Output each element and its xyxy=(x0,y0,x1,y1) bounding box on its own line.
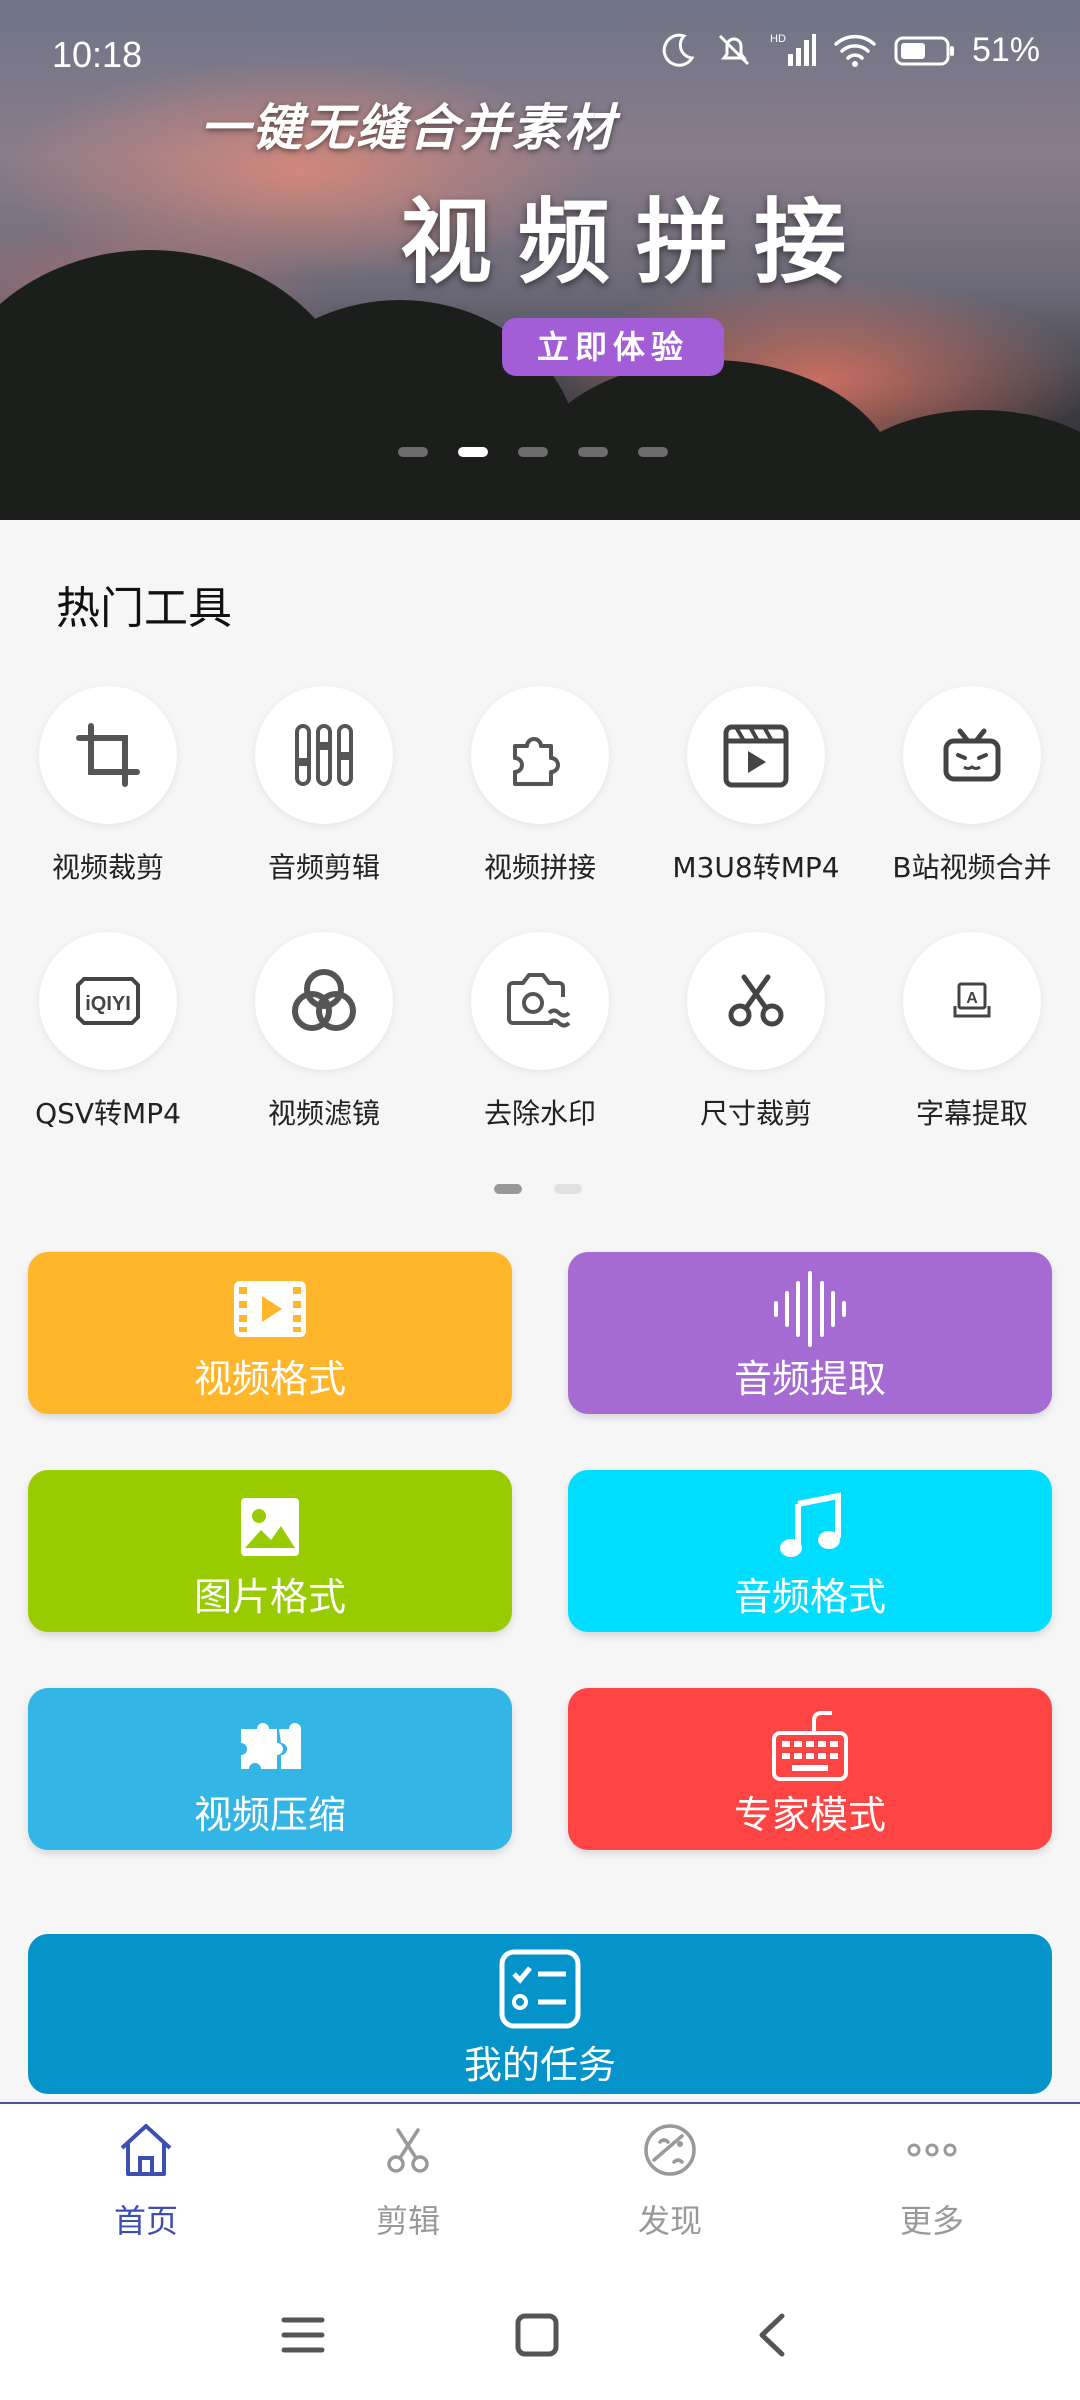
audio-extract-card[interactable]: 音频提取 xyxy=(568,1252,1052,1414)
moon-icon xyxy=(662,33,695,67)
discover-icon xyxy=(644,2124,696,2176)
bilibili-tv-icon xyxy=(943,728,1001,782)
system-nav-bar xyxy=(0,2272,1080,2400)
banner-dot-active[interactable] xyxy=(458,447,488,457)
banner-dot[interactable] xyxy=(578,447,608,457)
music-note-icon xyxy=(780,1492,841,1557)
battery-percent: 51% xyxy=(971,30,1040,69)
filter-circles-icon xyxy=(292,969,356,1031)
nav-label: 发现 xyxy=(637,2202,702,2240)
banner-dot[interactable] xyxy=(518,447,548,457)
menu-icon[interactable] xyxy=(280,2312,326,2358)
video-compress-card[interactable]: 视频压缩 xyxy=(28,1688,512,1850)
nav-label: 更多 xyxy=(899,2202,964,2240)
tool-label: QSV转MP4 xyxy=(35,1097,181,1130)
status-time: 10:18 xyxy=(52,34,143,75)
svg-text:HD: HD xyxy=(770,33,786,45)
crop-icon xyxy=(76,723,140,787)
task-list-icon xyxy=(499,1949,581,2029)
camera-wave-icon xyxy=(507,973,571,1028)
tool-qsv-to-mp4[interactable]: iQIYI QSV转MP4 xyxy=(0,932,216,1132)
banner-title: 视频拼接 xyxy=(400,189,873,296)
bottom-nav: 首页 剪辑 发现 更多 xyxy=(0,2102,1080,2272)
banner-dot[interactable] xyxy=(638,447,668,457)
try-now-button[interactable]: 立即体验 xyxy=(502,318,724,376)
tool-label: 字幕提取 xyxy=(915,1097,1028,1130)
bell-muted-icon xyxy=(718,34,749,66)
card-label: 我的任务 xyxy=(463,2043,616,2087)
tool-label: 音频剪辑 xyxy=(267,851,380,884)
expert-mode-card[interactable]: 专家模式 xyxy=(568,1688,1052,1850)
hot-tools-title: 热门工具 xyxy=(56,583,232,634)
tool-label: 视频裁剪 xyxy=(51,851,164,884)
audio-format-card[interactable]: 音频格式 xyxy=(568,1470,1052,1632)
card-label: 专家模式 xyxy=(733,1793,886,1837)
tools-page-dot[interactable] xyxy=(554,1184,582,1194)
card-label: 视频压缩 xyxy=(193,1793,346,1837)
tool-label: B站视频合并 xyxy=(892,851,1052,884)
tool-subtitle-extract[interactable]: A 字幕提取 xyxy=(864,932,1080,1132)
puzzle-compress-icon xyxy=(241,1723,301,1769)
tool-label: 去除水印 xyxy=(483,1097,596,1130)
film-icon xyxy=(234,1281,306,1337)
scissors-icon xyxy=(728,974,784,1027)
tool-label: M3U8转MP4 xyxy=(672,851,840,884)
card-label: 图片格式 xyxy=(193,1575,346,1619)
back-icon[interactable] xyxy=(750,2312,796,2358)
tool-audio-edit[interactable]: 音频剪辑 xyxy=(216,686,432,886)
tool-remove-watermark[interactable]: 去除水印 xyxy=(432,932,648,1132)
banner-dot[interactable] xyxy=(398,447,428,457)
card-label: 音频提取 xyxy=(733,1357,886,1401)
battery-icon xyxy=(894,36,954,66)
nav-edit[interactable]: 剪辑 xyxy=(308,2120,508,2242)
home-square-icon[interactable] xyxy=(514,2312,560,2358)
signal-icon: HD xyxy=(770,33,816,66)
nav-discover[interactable]: 发现 xyxy=(570,2120,770,2242)
banner[interactable]: 10:18 HD 51% 一键无缝合并素材 视频拼接 立即体验 xyxy=(0,0,1080,520)
my-tasks-card[interactable]: 我的任务 xyxy=(28,1934,1052,2094)
nav-label: 剪辑 xyxy=(375,2202,440,2240)
tools-pager xyxy=(494,1184,582,1194)
keyboard-icon xyxy=(772,1711,848,1781)
nav-label: 首页 xyxy=(113,2202,178,2240)
more-dots-icon xyxy=(907,2143,957,2157)
image-format-card[interactable]: 图片格式 xyxy=(28,1470,512,1632)
status-icons: HD 51% xyxy=(658,30,1040,70)
tool-video-join[interactable]: 视频拼接 xyxy=(432,686,648,886)
tools-page-dot-active[interactable] xyxy=(494,1184,522,1194)
tool-label: 尺寸裁剪 xyxy=(699,1097,812,1130)
tool-video-filter[interactable]: 视频滤镜 xyxy=(216,932,432,1132)
tool-size-crop[interactable]: 尺寸裁剪 xyxy=(648,932,864,1132)
nav-more[interactable]: 更多 xyxy=(832,2120,1032,2242)
image-icon xyxy=(241,1498,299,1556)
tool-label: 视频滤镜 xyxy=(267,1097,380,1130)
subtitle-icon: A xyxy=(953,982,991,1018)
svg-text:A: A xyxy=(966,990,978,1007)
soundwave-icon xyxy=(774,1271,846,1347)
svg-text:iQIYI: iQIYI xyxy=(85,993,131,1015)
home-icon xyxy=(120,2124,172,2176)
nav-home[interactable]: 首页 xyxy=(46,2120,246,2242)
scissors-icon xyxy=(387,2128,429,2173)
clapperboard-icon xyxy=(723,724,789,788)
equalizer-icon xyxy=(295,724,353,786)
card-label: 视频格式 xyxy=(193,1357,346,1401)
banner-pager xyxy=(398,447,668,457)
tool-label: 视频拼接 xyxy=(483,851,596,884)
tool-bilibili-merge[interactable]: B站视频合并 xyxy=(864,686,1080,886)
banner-subtitle: 一键无缝合并素材 xyxy=(200,99,616,157)
video-format-card[interactable]: 视频格式 xyxy=(28,1252,512,1414)
tool-video-crop[interactable]: 视频裁剪 xyxy=(0,686,216,886)
iqiyi-icon: iQIYI xyxy=(76,977,140,1025)
card-label: 音频格式 xyxy=(733,1575,886,1619)
puzzle-icon xyxy=(513,737,560,786)
wifi-icon xyxy=(834,34,876,67)
tool-m3u8-to-mp4[interactable]: M3U8转MP4 xyxy=(648,686,864,886)
